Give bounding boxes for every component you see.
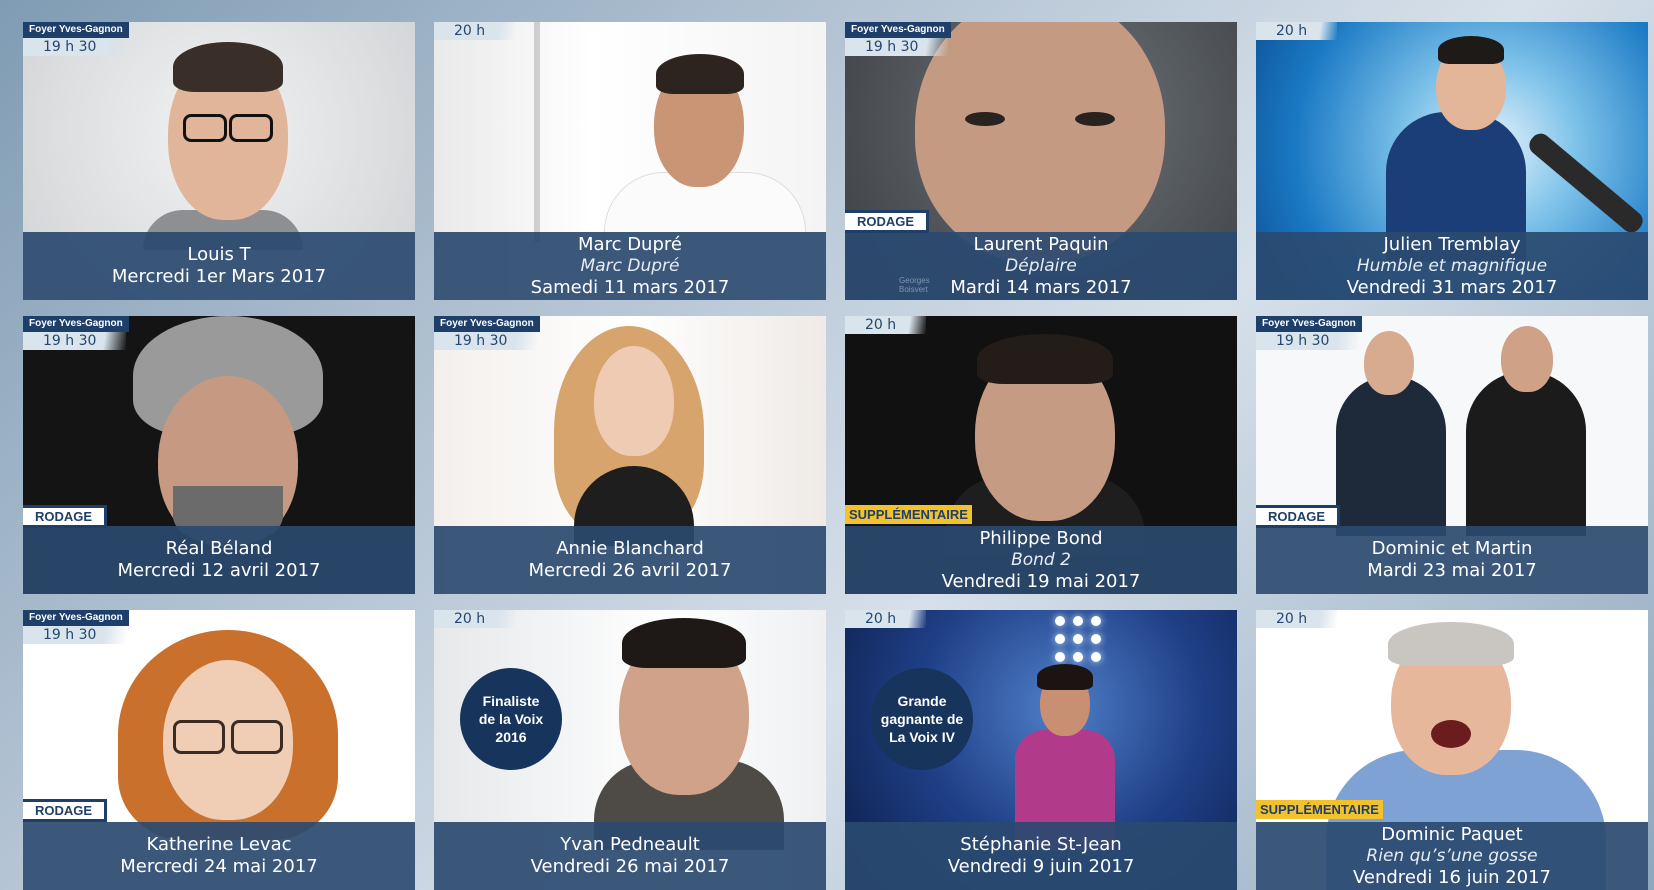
show-caption: Dominic et Martin Mardi 23 mai 2017 [1256, 526, 1648, 594]
show-date: Vendredi 9 juin 2017 [947, 856, 1135, 877]
show-date: Mercredi 12 avril 2017 [117, 560, 321, 581]
show-title: Marc Dupré [580, 255, 680, 276]
show-card-annie-blanchard[interactable]: Foyer Yves-Gagnon 19 h 30 Annie Blanchar… [434, 316, 826, 594]
venue-label: Foyer Yves-Gagnon [434, 316, 540, 332]
rodage-badge: RODAGE [1256, 505, 1341, 528]
artist-name: Annie Blanchard [556, 538, 704, 559]
show-card-julien-tremblay[interactable]: 20 h Julien Tremblay Humble et magnifiqu… [1256, 22, 1648, 300]
venue-label: Foyer Yves-Gagnon [23, 316, 129, 332]
show-caption: Julien Tremblay Humble et magnifique Ven… [1256, 232, 1648, 300]
show-card-katherine-levac[interactable]: Foyer Yves-Gagnon 19 h 30 RODAGE Katheri… [23, 610, 415, 890]
show-time: 19 h 30 [1256, 332, 1360, 350]
show-time: 19 h 30 [845, 38, 949, 56]
show-card-stephanie-st-jean[interactable]: 20 h Grande gagnante de La Voix IV Stéph… [845, 610, 1237, 890]
show-date: Samedi 11 mars 2017 [530, 276, 730, 298]
show-caption: Dominic Paquet Rien qu’s’une gosse Vendr… [1256, 822, 1648, 890]
artist-name: Philippe Bond [979, 527, 1103, 549]
show-title: Rien qu’s’une gosse [1366, 845, 1538, 866]
show-caption: Stéphanie St-Jean Vendredi 9 juin 2017 [845, 822, 1237, 890]
show-date: Mercredi 1er Mars 2017 [111, 266, 327, 287]
show-caption: Annie Blanchard Mercredi 26 avril 2017 [434, 526, 826, 594]
artist-name: Marc Dupré [578, 233, 682, 255]
artist-name: Dominic Paquet [1381, 823, 1523, 845]
show-caption: Réal Béland Mercredi 12 avril 2017 [23, 526, 415, 594]
artist-name: Louis T [187, 244, 251, 265]
show-time: 20 h [1256, 610, 1338, 628]
show-caption: Yvan Pedneault Vendredi 26 mai 2017 [434, 822, 826, 890]
show-date: Mercredi 26 avril 2017 [528, 560, 732, 581]
show-date: Vendredi 26 mai 2017 [530, 856, 730, 877]
artist-name: Réal Béland [165, 538, 273, 559]
supplementaire-badge: SUPPLÉMENTAIRE [845, 505, 972, 524]
artist-name: Laurent Paquin [973, 233, 1109, 255]
show-caption: Philippe Bond Bond 2 Vendredi 19 mai 201… [845, 526, 1237, 594]
show-date: Vendredi 16 juin 2017 [1352, 866, 1552, 888]
show-date: Mardi 23 mai 2017 [1367, 560, 1537, 581]
artist-name: Dominic et Martin [1371, 538, 1533, 559]
artist-name: Stéphanie St-Jean [960, 834, 1122, 855]
show-time: 19 h 30 [23, 626, 127, 644]
show-time: 20 h [1256, 22, 1338, 40]
show-card-dominic-et-martin[interactable]: Foyer Yves-Gagnon 19 h 30 RODAGE Dominic… [1256, 316, 1648, 594]
show-title: Humble et magnifique [1356, 255, 1548, 276]
show-date: Vendredi 19 mai 2017 [941, 570, 1141, 592]
venue-label: Foyer Yves-Gagnon [23, 610, 129, 626]
show-caption: Louis T Mercredi 1er Mars 2017 [23, 232, 415, 300]
show-card-yvan-pedneault[interactable]: 20 h Finaliste de la Voix 2016 Yvan Pedn… [434, 610, 826, 890]
artist-name: Julien Tremblay [1383, 233, 1521, 255]
artist-name: Katherine Levac [146, 834, 292, 855]
show-time: 19 h 30 [23, 38, 127, 56]
venue-label: Foyer Yves-Gagnon [845, 22, 951, 38]
gagnante-circle-badge: Grande gagnante de La Voix IV [871, 668, 973, 770]
show-card-louis-t[interactable]: Foyer Yves-Gagnon 19 h 30 Louis T Mercre… [23, 22, 415, 300]
show-time: 20 h [845, 316, 927, 334]
rodage-badge: RODAGE [845, 210, 930, 233]
show-card-marc-dupre[interactable]: 20 h Marc Dupré Marc Dupré Samedi 11 mar… [434, 22, 826, 300]
show-caption: Katherine Levac Mercredi 24 mai 2017 [23, 822, 415, 890]
show-title: Déplaire [1005, 255, 1077, 276]
show-date: Vendredi 31 mars 2017 [1346, 276, 1558, 298]
show-time: 20 h [434, 22, 516, 40]
show-date: Mercredi 24 mai 2017 [120, 856, 318, 877]
show-time: 19 h 30 [434, 332, 538, 350]
show-card-dominic-paquet[interactable]: 20 h SUPPLÉMENTAIRE Dominic Paquet Rien … [1256, 610, 1648, 890]
show-card-philippe-bond[interactable]: 20 h SUPPLÉMENTAIRE Philippe Bond Bond 2… [845, 316, 1237, 594]
artist-name: Yvan Pedneault [560, 834, 700, 855]
rodage-badge: RODAGE [23, 799, 108, 822]
photo-credit: Georges Boisvert [899, 276, 930, 294]
show-card-real-beland[interactable]: Foyer Yves-Gagnon 19 h 30 RODAGE Réal Bé… [23, 316, 415, 594]
supplementaire-badge: SUPPLÉMENTAIRE [1256, 800, 1383, 819]
show-grid: Foyer Yves-Gagnon 19 h 30 Louis T Mercre… [0, 0, 1654, 890]
show-caption: Marc Dupré Marc Dupré Samedi 11 mars 201… [434, 232, 826, 300]
finaliste-circle-badge: Finaliste de la Voix 2016 [460, 668, 562, 770]
venue-label: Foyer Yves-Gagnon [1256, 316, 1362, 332]
show-card-laurent-paquin[interactable]: Foyer Yves-Gagnon 19 h 30 RODAGE Laurent… [845, 22, 1237, 300]
show-time: 19 h 30 [23, 332, 127, 350]
show-time: 20 h [434, 610, 516, 628]
rodage-badge: RODAGE [23, 505, 108, 528]
show-title: Bond 2 [1011, 549, 1071, 570]
show-time: 20 h [845, 610, 927, 628]
venue-label: Foyer Yves-Gagnon [23, 22, 129, 38]
